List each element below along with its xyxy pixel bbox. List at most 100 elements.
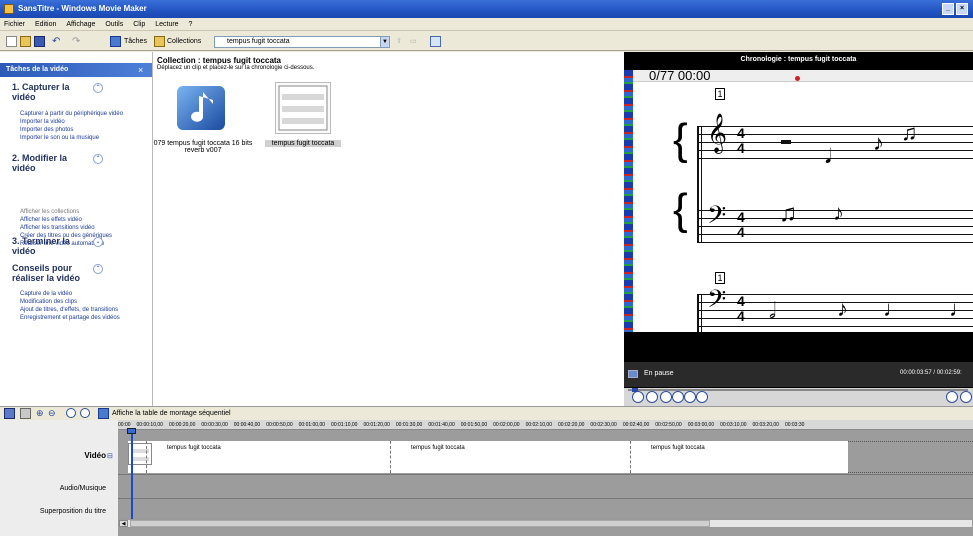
collections-icon	[154, 36, 165, 47]
video-segment[interactable]: tempus fugit toccata	[630, 441, 848, 473]
collections-button[interactable]: Collections	[167, 35, 201, 48]
expand-video-icon[interactable]: ⊟	[107, 452, 113, 460]
open-project-icon[interactable]	[20, 36, 31, 47]
link-import-photos[interactable]: Importer des photos	[20, 127, 73, 134]
bass-clef-icon: 𝄢	[707, 202, 727, 235]
video-track-label: Vidéo	[0, 446, 118, 466]
playback-time: 00:00:03:57 / 00:02:59:	[900, 370, 962, 376]
scroll-left-icon[interactable]: ◀	[119, 520, 128, 527]
scrollbar-strip	[624, 70, 633, 352]
collection-subtitle: Déplacez un clip et placez-le sur la chr…	[157, 65, 315, 71]
link-tip-save-share[interactable]: Enregistrement et partage des vidéos	[20, 315, 120, 322]
menu-outils[interactable]: Outils	[105, 21, 123, 28]
collection-pane: Collection : tempus fugit toccata Déplac…	[153, 52, 624, 406]
measure-number-2: 1	[715, 272, 725, 284]
link-capture-device[interactable]: Capturer à partir du périphérique vidéo	[20, 111, 123, 118]
new-folder-icon[interactable]: ▭	[410, 35, 417, 48]
play-timeline-button[interactable]	[80, 408, 90, 418]
bass-clef-icon-2: 𝄢	[707, 286, 727, 319]
link-tip-capture[interactable]: Capture de la vidéo	[20, 291, 72, 298]
tasks-pane: Tâches de la vidéo × 1. Capturer la vidé…	[0, 52, 153, 406]
link-tip-edit-clips[interactable]: Modification des clips	[20, 299, 77, 306]
minimize-button[interactable]: _	[942, 3, 954, 15]
clip-score-label: tempus fugit toccata	[265, 140, 341, 147]
video-segment[interactable]: tempus fugit toccata	[146, 441, 400, 473]
tasks-header: Tâches de la vidéo	[0, 63, 152, 77]
forward-button[interactable]	[684, 391, 696, 403]
close-tasks-icon[interactable]: ×	[138, 63, 143, 77]
score-frame: 0/77 00:00 1 1 { { 𝄞 𝄢 𝄢 4 4 4 4 4 4 𝅘𝅥 …	[633, 70, 973, 332]
previous-frame-button[interactable]	[660, 391, 672, 403]
toggle-storyboard-icon	[98, 408, 109, 419]
collapse-edit-icon[interactable]: ⌃	[93, 154, 103, 164]
music-note-icon	[177, 86, 225, 130]
toolbar: ↶ ↷ Tâches Collections tempus fugit tocc…	[0, 32, 973, 51]
link-show-collections[interactable]: Afficher les collections	[20, 209, 79, 216]
new-project-icon[interactable]	[6, 36, 17, 47]
menu-edition[interactable]: Edition	[35, 21, 56, 28]
storyboard-icon[interactable]	[4, 408, 15, 419]
redo-icon[interactable]: ↷	[72, 35, 80, 48]
tasks-button[interactable]: Tâches	[124, 35, 147, 48]
collection-combo[interactable]: tempus fugit toccata	[214, 36, 390, 48]
save-icon[interactable]	[34, 36, 45, 47]
preview-monitor: Chronologie : tempus fugit toccata 0/77 …	[624, 52, 973, 406]
menu-clip[interactable]: Clip	[133, 21, 145, 28]
rewind-timeline-button[interactable]	[66, 408, 76, 418]
collapse-tips-icon[interactable]: ⌃	[93, 264, 103, 274]
menu-bar: Fichier Edition Affichage Outils Clip Le…	[0, 18, 973, 31]
menu-affichage[interactable]: Affichage	[66, 21, 95, 28]
playhead[interactable]	[131, 430, 133, 519]
scrollbar-thumb[interactable]	[130, 520, 710, 527]
stop-button[interactable]	[646, 391, 658, 403]
audio-track-label: Audio/Musique	[0, 482, 118, 496]
treble-clef-icon: 𝄞	[707, 114, 728, 152]
close-button[interactable]: ×	[956, 3, 968, 15]
playback-controls	[624, 388, 973, 406]
zoom-in-icon[interactable]: ⊕	[36, 407, 44, 420]
views-icon[interactable]	[430, 36, 441, 47]
rewind-button[interactable]	[672, 391, 684, 403]
chevron-down-icon[interactable]: ▼	[380, 37, 389, 47]
link-import-video[interactable]: Importer la vidéo	[20, 119, 65, 126]
narration-icon[interactable]	[20, 408, 31, 419]
time-overlay: 0/77 00:00	[649, 70, 711, 83]
collection-title: Collection : tempus fugit toccata	[157, 56, 282, 65]
up-folder-icon[interactable]: ⇧	[396, 35, 402, 48]
menu-fichier[interactable]: Fichier	[4, 21, 25, 28]
zoom-out-icon[interactable]: ⊖	[48, 407, 56, 420]
play-button[interactable]	[632, 391, 644, 403]
show-storyboard-button[interactable]: Affiche la table de montage séquentiel	[112, 407, 231, 420]
clip-score[interactable]	[275, 82, 331, 134]
score-thumbnail-icon	[278, 85, 328, 131]
app-icon	[4, 4, 14, 14]
section-edit-title[interactable]: 2. Modifier la vidéo	[12, 153, 92, 173]
collapse-capture-icon[interactable]: ⌃	[93, 83, 103, 93]
menu-lecture[interactable]: Lecture	[155, 21, 178, 28]
section-tips-title[interactable]: Conseils pour réaliser la vidéo	[12, 263, 96, 283]
tasks-icon	[110, 36, 121, 47]
menu-help[interactable]: ?	[189, 21, 193, 28]
preview-title: Chronologie : tempus fugit toccata	[740, 56, 857, 63]
link-tip-titles-effects[interactable]: Ajout de titres, d'effets, de transition…	[20, 307, 118, 314]
section-finish-title[interactable]: 3. Terminer la vidéo	[12, 236, 92, 256]
section-capture-title[interactable]: 1. Capturer la vidéo	[12, 82, 92, 102]
clip-audio-label: 079 tempus fugit toccata 16 bits reverb …	[153, 140, 253, 154]
timeline-toolbar: ⊕ ⊖ Affiche la table de montage séquenti…	[0, 406, 973, 420]
clip-audio[interactable]	[173, 82, 229, 134]
link-video-effects[interactable]: Afficher les effets vidéo	[20, 217, 82, 224]
playback-status: En pause	[644, 370, 674, 377]
title-track-label: Superposition du titre	[0, 505, 118, 519]
measure-number: 1	[715, 88, 725, 100]
status-bar: En pause 00:00:03:57 / 00:02:59:	[624, 362, 973, 387]
monitor-icon	[628, 370, 638, 378]
undo-icon[interactable]: ↶	[52, 35, 60, 48]
split-clip-button[interactable]	[946, 391, 958, 403]
link-import-music[interactable]: Importer le son ou la musique	[20, 135, 99, 142]
expand-finish-icon[interactable]: ⌄	[93, 237, 103, 247]
link-video-transitions[interactable]: Afficher les transitions vidéo	[20, 225, 95, 232]
snapshot-button[interactable]	[960, 391, 972, 403]
video-segment[interactable]: tempus fugit toccata	[390, 441, 640, 473]
title-bar: SansTitre - Windows Movie Maker _ ×	[0, 0, 973, 18]
next-frame-button[interactable]	[696, 391, 708, 403]
